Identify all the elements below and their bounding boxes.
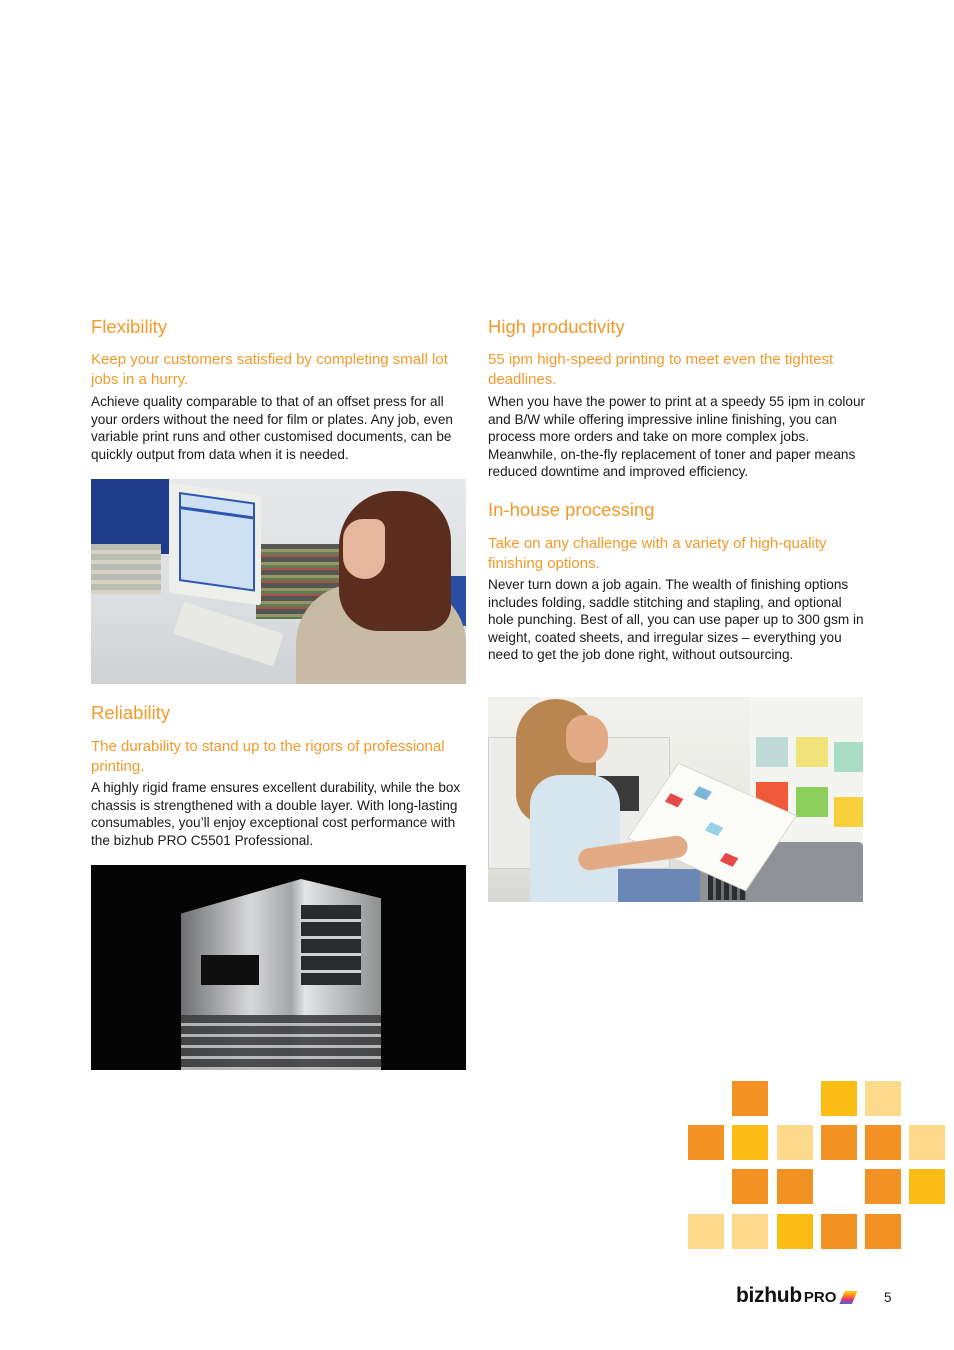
reliability-title: Reliability: [91, 702, 171, 723]
flexibility-body: Achieve quality comparable to that of an…: [91, 394, 453, 462]
inhouse-body: Never turn down a job again. The wealth …: [488, 577, 864, 663]
photo-woman-at-computer: [91, 479, 466, 684]
flexibility-title: Flexibility: [91, 316, 168, 337]
decor-square-dark: [732, 1081, 768, 1116]
productivity-body: When you have the power to print at a sp…: [488, 394, 866, 480]
decor-square-light: [688, 1214, 724, 1249]
productivity-title: High productivity: [488, 316, 625, 337]
decor-square-yellow: [777, 1214, 813, 1249]
photo-woman-holding-print: [488, 697, 863, 902]
inhouse-title: In-house processing: [488, 499, 655, 520]
decor-square-dark: [777, 1169, 813, 1204]
productivity-subtitle: 55 ipm high-speed printing to meet even …: [488, 351, 834, 388]
decor-square-dark: [865, 1214, 901, 1249]
decor-square-dark: [821, 1214, 857, 1249]
bizhub-pro-logo: bizhub PRO: [736, 1284, 858, 1307]
page-number: 5: [884, 1290, 892, 1305]
decor-square-yellow: [909, 1169, 945, 1204]
decor-square-dark: [865, 1169, 901, 1204]
flexibility-subtitle: Keep your customers satisfied by complet…: [91, 351, 448, 388]
decor-square-dark: [865, 1125, 901, 1160]
decor-square-light: [777, 1125, 813, 1160]
decorative-square-pattern: [688, 1081, 946, 1249]
decor-square-yellow: [732, 1125, 768, 1160]
decor-square-light: [909, 1125, 945, 1160]
decor-square-yellow: [821, 1081, 857, 1116]
logo-bizhub-text: bizhub: [736, 1284, 802, 1307]
photo-printer-chassis: [91, 865, 466, 1070]
decor-square-dark: [821, 1125, 857, 1160]
logo-color-stripe-icon: [839, 1291, 858, 1304]
reliability-body: A highly rigid frame ensures excellent d…: [91, 780, 461, 848]
decor-square-dark: [688, 1125, 724, 1160]
reliability-subtitle: The durability to stand up to the rigors…: [91, 738, 445, 775]
decor-square-light: [732, 1214, 768, 1249]
decor-square-dark: [732, 1169, 768, 1204]
inhouse-subtitle: Take on any challenge with a variety of …: [488, 535, 827, 572]
logo-pro-text: PRO: [803, 1289, 837, 1306]
decor-square-light: [865, 1081, 901, 1116]
